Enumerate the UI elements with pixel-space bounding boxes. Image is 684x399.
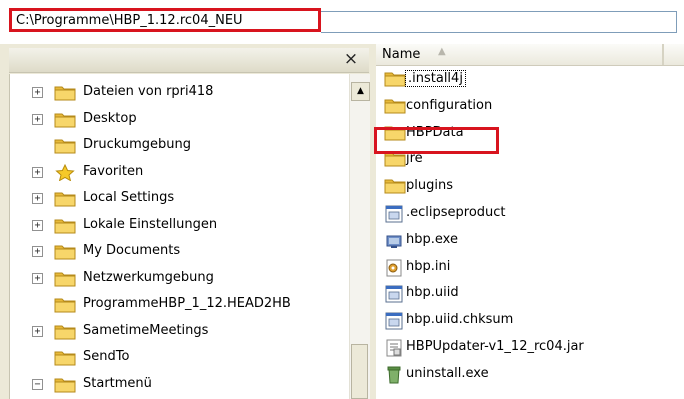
sort-ascending-icon: ▲: [438, 46, 446, 57]
folder-icon: [54, 84, 76, 101]
application-icon: [384, 231, 404, 251]
folder-tree-item[interactable]: + SametimeMeetings: [10, 320, 345, 344]
folder-icon: [54, 190, 76, 207]
folder-tree-scrollbar[interactable]: ▲: [349, 74, 370, 399]
folder-tree-item[interactable]: − Startmenü: [10, 373, 345, 397]
address-bar: C:\Programme\HBP_1.12.rc04_NEU: [0, 0, 684, 44]
favorites-star-icon: [54, 163, 76, 182]
folder-tree-item-label: Local Settings: [83, 190, 175, 205]
jar-file-icon: [384, 338, 404, 358]
collapse-icon[interactable]: −: [32, 378, 43, 390]
folder-icon: [384, 70, 406, 90]
file-list-pane: Name ▲ .install4j configuration HBPData jre…: [376, 44, 684, 399]
folder-icon: [54, 323, 76, 340]
folder-icon: [384, 177, 406, 197]
file-list-item-label: hbp.uiid: [406, 285, 459, 301]
folder-tree-item-label: My Documents: [83, 243, 181, 258]
folder-icon: [54, 270, 76, 287]
folder-tree-item[interactable]: Druckumgebung: [10, 134, 345, 158]
uninstall-icon: [384, 365, 404, 385]
folder-tree-item-label: SendTo: [83, 349, 130, 364]
address-input[interactable]: C:\Programme\HBP_1.12.rc04_NEU: [9, 8, 321, 32]
file-list-item-label: .eclipseproduct: [406, 205, 506, 220]
file-list-item-label: configuration: [406, 97, 493, 113]
file-list-item[interactable]: hbp.exe: [376, 229, 676, 253]
settings-file-icon: [384, 258, 404, 278]
folder-icon: [54, 349, 76, 366]
folder-tree-item-label: Lokale Einstellungen: [83, 216, 218, 232]
file-list-item[interactable]: .install4j: [376, 68, 676, 92]
file-list-item-label: HBPUpdater-v1_12_rc04.jar: [406, 339, 584, 354]
folder-tree-item-label: SametimeMeetings: [83, 322, 209, 338]
folder-tree-item-label: Dateien von rpri418: [83, 84, 214, 99]
document-icon: [384, 311, 404, 331]
expand-icon[interactable]: +: [32, 166, 43, 178]
file-list-item-label: .install4j: [405, 70, 466, 87]
folder-icon: [54, 217, 76, 234]
folder-icon: [384, 97, 406, 117]
expand-icon[interactable]: +: [32, 219, 43, 231]
folder-tree-item[interactable]: + My Documents: [10, 240, 345, 264]
folder-tree-item-label: Netzwerkumgebung: [83, 269, 214, 285]
hbpdata-highlight-box: [374, 127, 499, 154]
expand-icon[interactable]: +: [32, 272, 43, 284]
expand-icon[interactable]: +: [32, 87, 43, 98]
close-folder-pane-button[interactable]: ×: [341, 49, 361, 69]
folder-tree-item[interactable]: + Desktop: [10, 108, 345, 132]
file-list-item-label: hbp.exe: [406, 231, 458, 247]
folder-tree-item[interactable]: SendTo: [10, 346, 345, 370]
address-path: C:\Programme\HBP_1.12.rc04_NEU: [16, 13, 243, 28]
file-list-item-label: hbp.uiid.chksum: [406, 312, 514, 328]
folder-tree-item[interactable]: ProgrammeHBP_1_12.HEAD2HB: [10, 293, 345, 317]
file-list-item[interactable]: hbp.uiid.chksum: [376, 309, 676, 333]
expand-icon[interactable]: +: [32, 193, 43, 204]
folder-icon: [54, 296, 76, 313]
column-separator[interactable]: [662, 44, 664, 65]
file-list-item[interactable]: HBPUpdater-v1_12_rc04.jar: [376, 336, 676, 360]
folder-tree-item[interactable]: + Favoriten: [10, 161, 345, 185]
folder-icon: [54, 376, 76, 393]
scrollbar-thumb[interactable]: [351, 344, 368, 399]
folder-tree-item-label: ProgrammeHBP_1_12.HEAD2HB: [83, 296, 291, 311]
scroll-up-arrow-icon[interactable]: ▲: [351, 82, 370, 101]
folder-icon: [54, 243, 76, 260]
column-header: Name ▲: [376, 44, 684, 66]
file-list-item[interactable]: hbp.ini: [376, 256, 676, 280]
expand-icon[interactable]: +: [32, 246, 43, 257]
column-header-name[interactable]: Name: [382, 47, 420, 62]
file-list-item-label: hbp.ini: [406, 258, 451, 274]
folder-tree-item-label: Desktop: [83, 110, 137, 126]
expand-icon[interactable]: +: [32, 325, 43, 337]
document-icon: [384, 204, 404, 224]
folder-tree-item[interactable]: + Lokale Einstellungen: [10, 214, 345, 238]
folder-pane-header: ×: [9, 48, 369, 73]
folder-icon: [54, 111, 76, 128]
address-input-extension[interactable]: [321, 11, 677, 33]
folder-pane: × ▲ + Dateien von rpri418 + Desktop Druckumg…: [0, 44, 371, 399]
folder-tree-item-label: Druckumgebung: [83, 137, 192, 152]
folder-tree-item[interactable]: + Dateien von rpri418: [10, 81, 345, 105]
folder-icon: [54, 137, 76, 154]
document-icon: [384, 284, 404, 304]
file-list-item[interactable]: uninstall.exe: [376, 363, 676, 387]
file-list-item-label: uninstall.exe: [406, 365, 489, 381]
folder-tree-item[interactable]: + Local Settings: [10, 187, 345, 211]
file-list-item[interactable]: .eclipseproduct: [376, 202, 676, 226]
file-list-item[interactable]: plugins: [376, 175, 676, 199]
folder-tree: ▲ + Dateien von rpri418 + Desktop Druckumgeb…: [9, 74, 370, 399]
folder-tree-item-label: Favoriten: [83, 163, 144, 179]
file-list-item-label: plugins: [406, 178, 453, 194]
folder-tree-item[interactable]: + Netzwerkumgebung: [10, 267, 345, 291]
file-list-item[interactable]: configuration: [376, 95, 676, 119]
file-list-item[interactable]: hbp.uiid: [376, 282, 676, 306]
expand-icon[interactable]: +: [32, 113, 43, 125]
folder-tree-item-label: Startmenü: [83, 375, 152, 391]
